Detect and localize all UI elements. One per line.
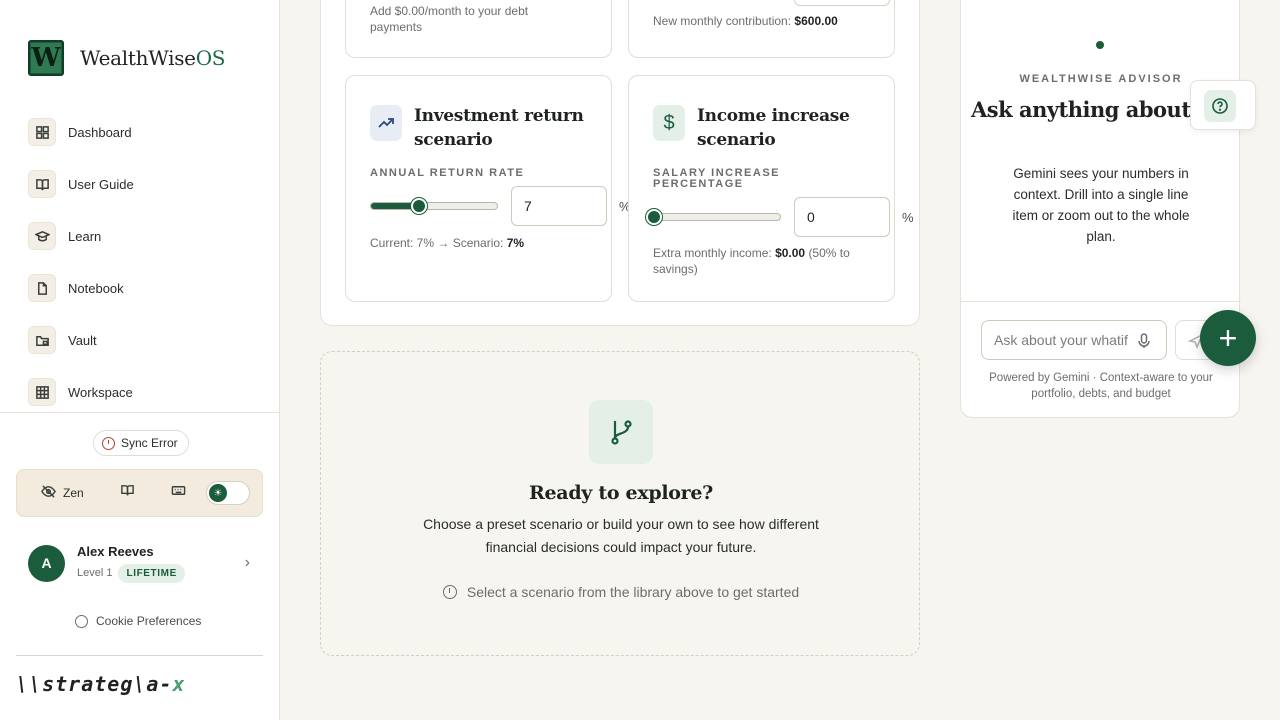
brand[interactable]: W WealthWiseOS: [28, 40, 225, 76]
avatar: A: [28, 544, 65, 582]
cookie-label: Cookie Preferences: [96, 614, 202, 628]
return-rate-summary: Current: 7% → Scenario: 7%: [370, 236, 525, 250]
zen-label: Zen: [63, 486, 84, 500]
brand-logo: W: [28, 40, 64, 76]
keyboard-icon[interactable]: [171, 483, 186, 503]
extra-income-summary: Extra monthly income: $0.00 (50% to savi…: [653, 246, 850, 276]
nav-label: Workspace: [68, 384, 133, 400]
card-header: $ Income increase scenario: [653, 104, 867, 152]
cookie-preferences-link[interactable]: Cookie Preferences: [75, 614, 201, 628]
user-info: Alex Reeves Level 1 LIFETIME: [77, 544, 185, 583]
info-icon: [442, 585, 457, 599]
grid-icon: [28, 378, 56, 406]
plus-icon: +: [1218, 320, 1238, 356]
help-button[interactable]: [1190, 80, 1256, 130]
salary-increase-slider[interactable]: [646, 209, 781, 225]
advisor-panel: WEALTHWISE ADVISOR Ask anything about yo…: [960, 0, 1241, 418]
help-circle-icon: [1204, 90, 1236, 122]
book-open-icon[interactable]: [120, 483, 135, 503]
sidebar: W WealthWiseOS Dashboard User Guide Lear…: [0, 0, 280, 720]
nav-label: Dashboard: [68, 124, 132, 140]
return-rate-input[interactable]: 7: [511, 186, 607, 226]
user-meta: Level 1 LIFETIME: [77, 563, 185, 583]
trending-up-icon: [370, 105, 402, 141]
explore-description: Choose a preset scenario or build your o…: [423, 516, 819, 555]
nav-item-notebook[interactable]: Notebook: [28, 274, 134, 302]
nav-label: User Guide: [68, 176, 134, 192]
nav-item-dashboard[interactable]: Dashboard: [28, 118, 134, 146]
contribution-summary: New monthly contribution: $600.00: [653, 14, 838, 28]
contribution-input[interactable]: [794, 0, 890, 6]
nav-item-learn[interactable]: Learn: [28, 222, 134, 250]
sidebar-divider: [0, 412, 280, 413]
nav-item-vault[interactable]: Vault: [28, 326, 134, 354]
quick-toolbar: Zen ☀: [16, 469, 263, 517]
card-header: Investment return scenario: [370, 104, 584, 152]
investment-return-card: Investment return scenario ANNUAL RETURN…: [345, 75, 631, 302]
folder-lock-icon: [28, 326, 56, 354]
sun-icon: ☀: [209, 484, 227, 502]
debt-summary: Add $0.00/month to your debt payments: [370, 4, 529, 34]
nav-label: Learn: [68, 228, 102, 244]
theme-toggle[interactable]: ☀: [206, 481, 250, 505]
graduation-cap-icon: [28, 222, 56, 250]
cookie-icon: [75, 614, 88, 628]
status-dot: [1096, 41, 1104, 49]
field-label: ANNUAL RETURN RATE: [370, 167, 525, 179]
strategax-wordmark: \\strateg\a-x: [16, 672, 186, 696]
dollar-icon: $: [653, 105, 685, 141]
percent-unit: %: [902, 210, 914, 225]
main-nav: Dashboard User Guide Learn Notebook Vaul…: [28, 118, 134, 430]
savings-scenario-card: New monthly contribution: $600.00: [628, 0, 895, 58]
add-fab-button[interactable]: +: [1200, 310, 1256, 366]
eye-off-icon: [41, 484, 56, 502]
salary-increase-input[interactable]: 0: [794, 197, 890, 237]
advisor-divider: [961, 301, 1241, 302]
brand-name: WealthWiseOS: [80, 46, 226, 70]
zen-mode-button[interactable]: Zen: [41, 484, 84, 502]
explore-hint: Select a scenario from the library above…: [321, 584, 921, 600]
dashboard-icon: [28, 118, 56, 146]
user-profile[interactable]: A Alex Reeves Level 1 LIFETIME ›: [28, 540, 250, 586]
nav-item-workspace[interactable]: Workspace: [28, 378, 134, 406]
nav-item-user-guide[interactable]: User Guide: [28, 170, 134, 198]
microphone-icon[interactable]: [1137, 333, 1151, 354]
field-label: SALARY INCREASE PERCENTAGE: [653, 167, 781, 190]
explore-empty-state: Ready to explore? Choose a preset scenar…: [320, 351, 920, 656]
explore-title: Ready to explore?: [529, 482, 713, 504]
book-icon: [28, 170, 56, 198]
card-title: Income increase scenario: [697, 106, 850, 150]
advisor-footer: Powered by Gemini · Context-aware to you…: [989, 372, 1213, 400]
git-branch-icon: [589, 400, 653, 464]
footer-divider: [16, 655, 263, 656]
sync-error-button[interactable]: Sync Error: [93, 430, 189, 456]
file-icon: [28, 274, 56, 302]
advisor-description: Gemini sees your numbers in context. Dri…: [1012, 166, 1190, 244]
sync-error-label: Sync Error: [121, 436, 178, 450]
plan-badge: LIFETIME: [118, 563, 185, 583]
alert-circle-icon: [102, 436, 115, 450]
return-rate-slider[interactable]: [370, 198, 498, 214]
user-name: Alex Reeves: [77, 543, 154, 559]
income-increase-card: $ Income increase scenario SALARY INCREA…: [628, 75, 914, 302]
user-level: Level 1: [77, 567, 113, 579]
nav-label: Notebook: [68, 280, 124, 296]
nav-label: Vault: [68, 332, 97, 348]
debt-scenario-card: Add $0.00/month to your debt payments: [345, 0, 612, 58]
card-title: Investment return scenario: [414, 106, 584, 150]
chevron-right-icon: ›: [244, 554, 250, 571]
